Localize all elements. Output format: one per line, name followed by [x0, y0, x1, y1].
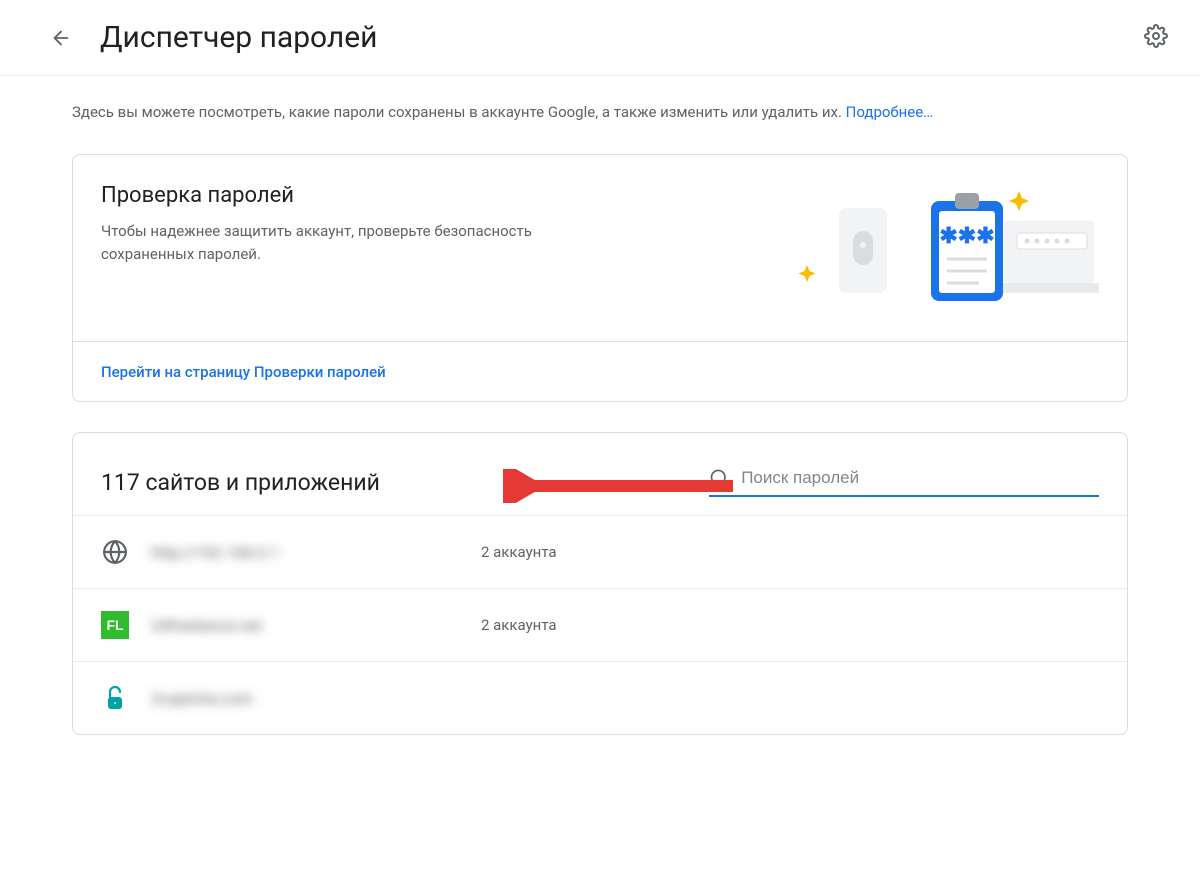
password-row[interactable]: FL 24freelance.net 2 аккаунта — [73, 588, 1127, 661]
back-button[interactable] — [50, 27, 72, 49]
checkup-description: Чтобы надежнее защитить аккаунт, проверь… — [101, 220, 581, 265]
annotation-arrow-icon — [503, 469, 743, 503]
globe-icon — [101, 538, 129, 566]
account-count: 2 аккаунта — [481, 616, 557, 634]
search-input[interactable] — [741, 468, 1099, 488]
arrow-left-icon — [50, 27, 72, 49]
password-row[interactable]: 2captcha.com — [73, 661, 1127, 734]
account-count: 2 аккаунта — [481, 543, 557, 561]
password-row[interactable]: http://192.168.0.1 2 аккаунта — [73, 515, 1127, 588]
site-name: 2captcha.com — [151, 689, 481, 708]
search-field[interactable] — [709, 467, 1099, 497]
site-favicon: FL — [101, 611, 129, 639]
site-name: http://192.168.0.1 — [151, 543, 481, 562]
checkup-title: Проверка паролей — [101, 183, 759, 208]
checkup-link[interactable]: Перейти на страницу Проверки паролей — [101, 363, 386, 381]
checkup-illustration: ✱✱✱ — [779, 183, 1099, 313]
gear-icon — [1144, 24, 1168, 48]
page-title: Диспетчер паролей — [100, 20, 1144, 55]
intro-body: Здесь вы можете посмотреть, какие пароли… — [72, 103, 846, 121]
password-checkup-card: Проверка паролей Чтобы надежнее защитить… — [72, 154, 1128, 402]
intro-text: Здесь вы можете посмотреть, какие пароли… — [72, 100, 1128, 124]
password-list-card: 117 сайтов и приложений http://192.168.0… — [72, 432, 1128, 735]
search-icon — [709, 467, 729, 489]
lock-open-icon — [101, 684, 129, 712]
page-header: Диспетчер паролей — [0, 0, 1200, 76]
settings-button[interactable] — [1144, 24, 1168, 52]
learn-more-link[interactable]: Подробнее… — [846, 103, 934, 121]
svg-text:✱✱✱: ✱✱✱ — [939, 224, 994, 249]
site-name: 24freelance.net — [151, 616, 481, 635]
list-title: 117 сайтов и приложений — [101, 469, 380, 496]
